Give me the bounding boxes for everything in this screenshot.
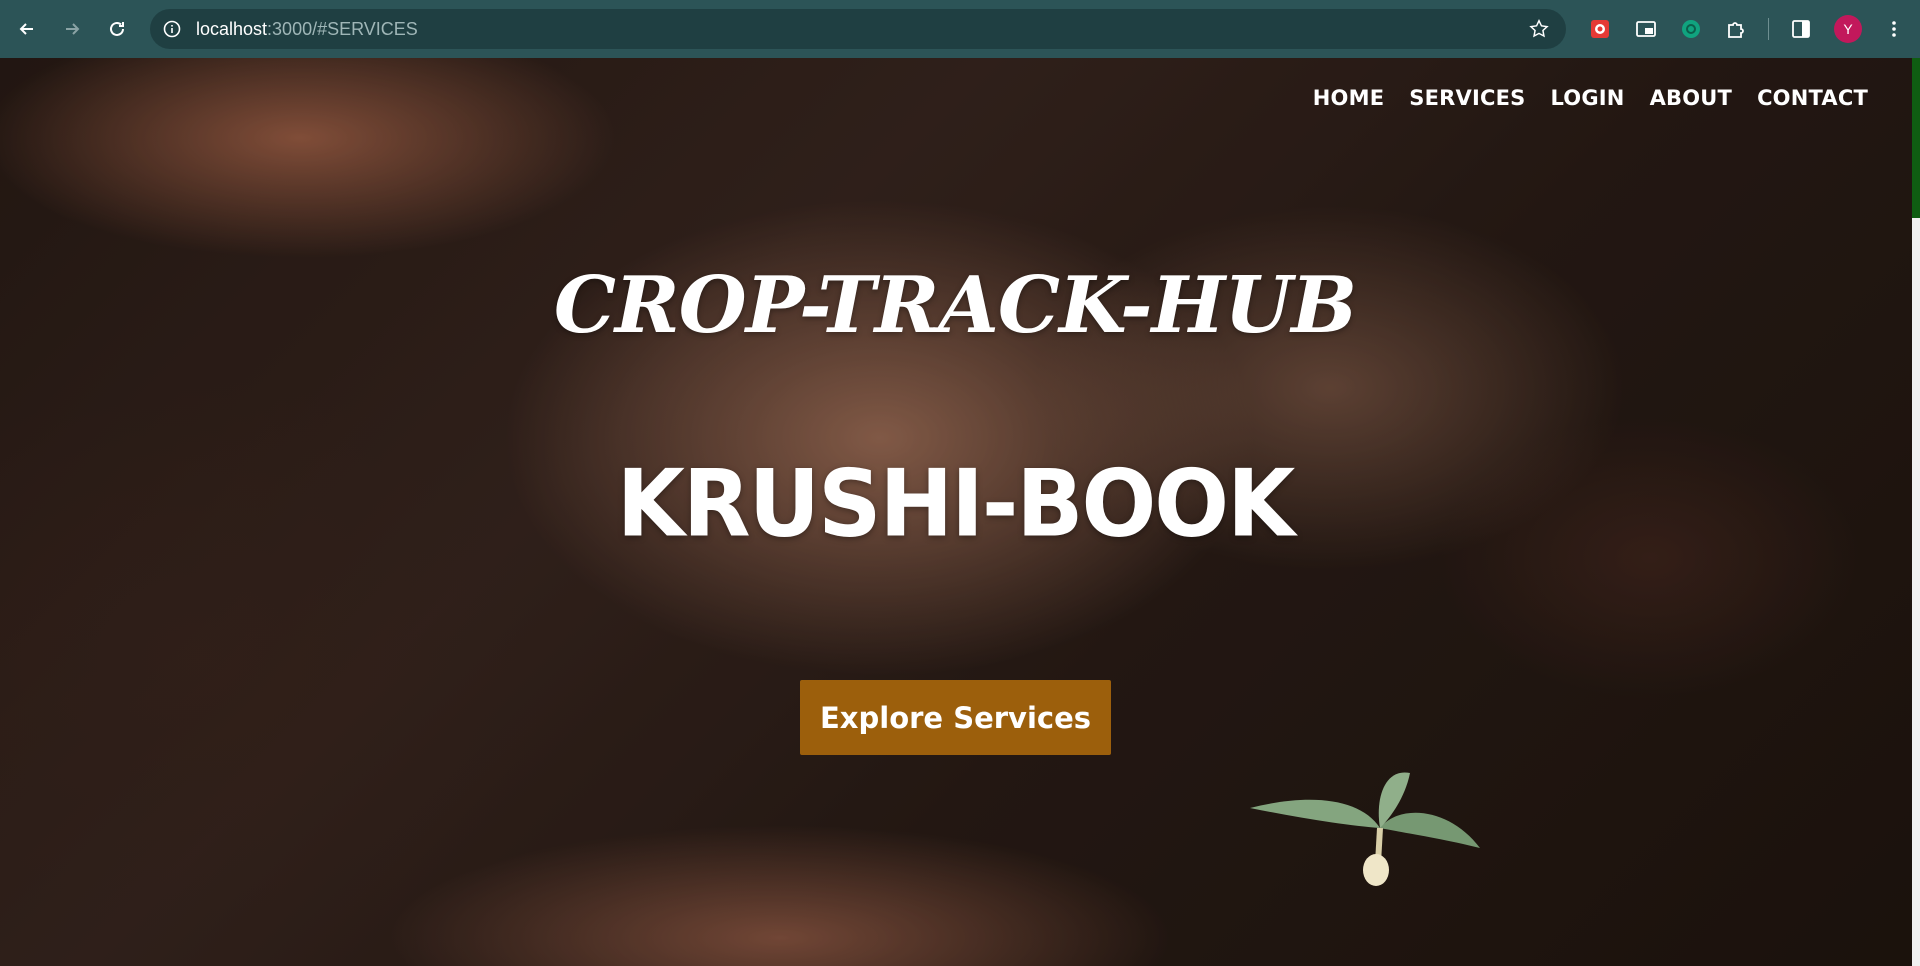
page-viewport: HOME SERVICES LOGIN ABOUT CONTACT CROP-T… (0, 58, 1920, 966)
nav-contact-link[interactable]: CONTACT (1757, 86, 1868, 110)
site-info-icon[interactable] (162, 19, 182, 39)
nav-services-link[interactable]: SERVICES (1409, 86, 1525, 110)
scrollbar-thumb[interactable] (1912, 58, 1920, 218)
site-navbar: HOME SERVICES LOGIN ABOUT CONTACT (1313, 86, 1868, 110)
url-text[interactable]: localhost:3000/#SERVICES (196, 19, 418, 40)
address-bar[interactable]: localhost:3000/#SERVICES (150, 9, 1566, 49)
forward-arrow-icon[interactable] (57, 14, 87, 44)
cast-icon[interactable] (1632, 15, 1660, 43)
reload-icon[interactable] (102, 14, 132, 44)
explore-services-button[interactable]: Explore Services (800, 680, 1111, 755)
menu-dots-icon[interactable] (1880, 15, 1908, 43)
toolbar-divider (1768, 18, 1769, 40)
sprout-illustration (1250, 772, 1480, 886)
profile-avatar[interactable]: Y (1834, 15, 1862, 43)
puzzle-icon[interactable] (1722, 15, 1750, 43)
bookmark-star-icon[interactable] (1528, 18, 1550, 40)
chatgpt-icon[interactable] (1677, 15, 1705, 43)
scrollbar-track[interactable] (1912, 218, 1920, 966)
nav-home-link[interactable]: HOME (1313, 86, 1384, 110)
sidepanel-icon[interactable] (1787, 15, 1815, 43)
back-arrow-icon[interactable] (12, 14, 42, 44)
nav-about-link[interactable]: ABOUT (1650, 86, 1733, 110)
extension-icon[interactable] (1586, 15, 1614, 43)
hero-subtitle: CROP-TRACK-HUB (553, 260, 1357, 351)
browser-toolbar: localhost:3000/#SERVICES Y (0, 0, 1920, 58)
nav-login-link[interactable]: LOGIN (1550, 86, 1624, 110)
hero-title: KRUSHI-BOOK (616, 449, 1296, 558)
